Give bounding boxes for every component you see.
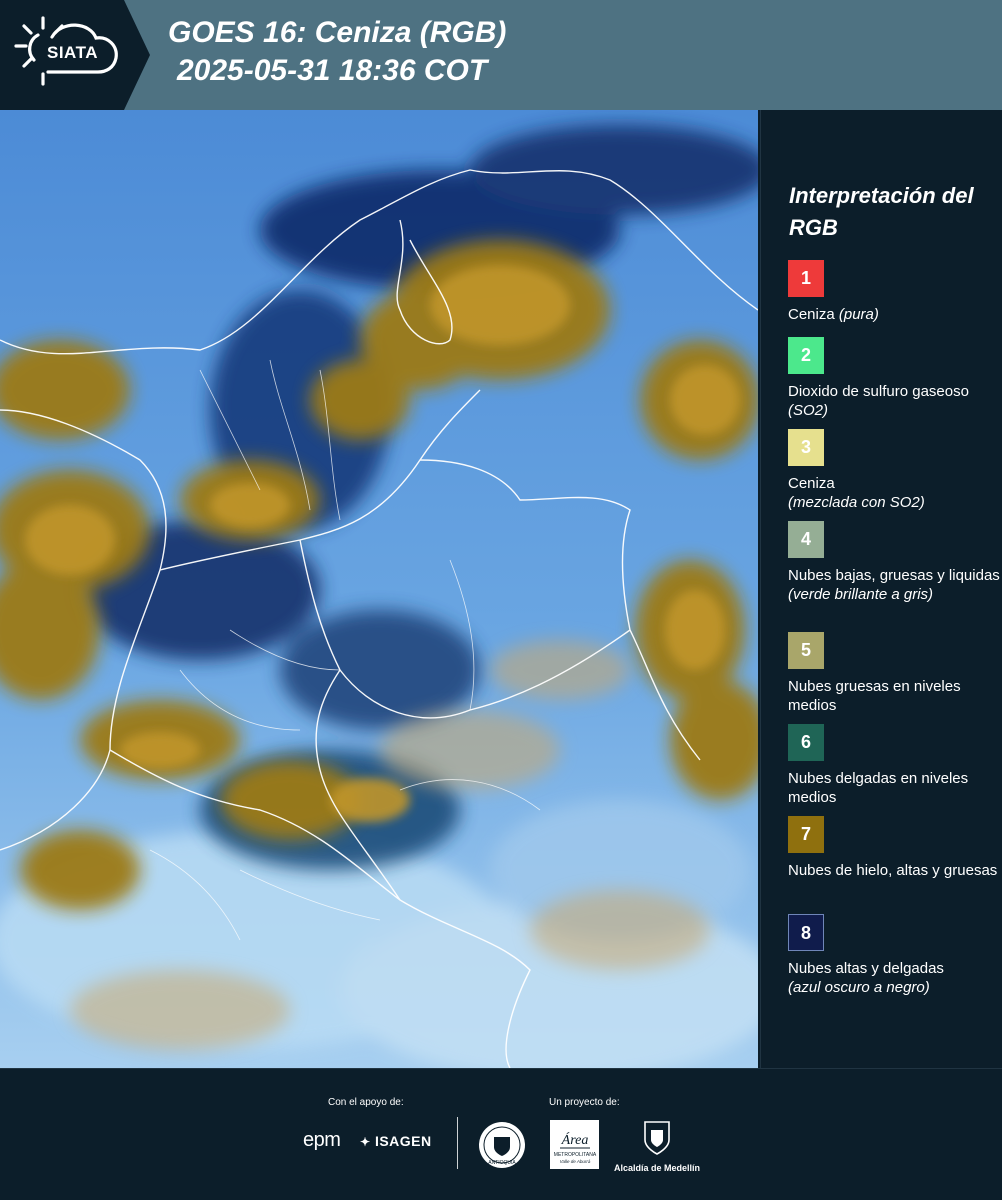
legend-item-6: 6 Nubes delgadas en niveles medios: [788, 724, 1000, 807]
title-product: GOES 16: Ceniza (RGB): [168, 16, 507, 49]
support-label: Con el apoyo de:: [328, 1097, 404, 1108]
legend-swatch-1: 1: [788, 260, 824, 297]
legend-label-1-main: Ceniza: [788, 306, 835, 323]
legend-note-3: (mezclada con SO2): [788, 494, 925, 511]
area-logo-line1: METROPOLITANA: [554, 1152, 597, 1158]
legend-label-8-main: Nubes altas y delgadas: [788, 960, 944, 977]
isagen-text: ISAGEN: [374, 1133, 432, 1149]
legend-label-7: Nubes de hielo, altas y gruesas: [788, 862, 998, 879]
satellite-image: [0, 110, 758, 1068]
legend-note-1: (pura): [838, 306, 879, 323]
legend-label-8: Nubes altas y delgadas (azul oscuro a neg…: [788, 959, 1000, 997]
legend-swatch-3: 3: [788, 429, 824, 466]
legend-label-5: Nubes gruesas en niveles medios: [788, 678, 961, 714]
legend-swatch-5: 5: [788, 632, 824, 669]
legend-title: Interpretación del RGB: [789, 183, 974, 240]
logo-text: SIATA: [47, 43, 98, 62]
legend-swatch-6: 6: [788, 724, 824, 761]
seal-text: ANTIOQUIA: [488, 1160, 516, 1166]
legend-label-6: Nubes delgadas en niveles medios: [788, 770, 969, 806]
legend-label-3: Ceniza (mezclada con SO2): [788, 474, 1000, 512]
area-logo-line2: Valle de Aburrá: [560, 1159, 591, 1164]
legend-swatch-7: 7: [788, 816, 824, 853]
footer-bar: Con el apoyo de: Un proyecto de: epm ✦ I…: [0, 1068, 1002, 1200]
legend-label-1: Ceniza (pura): [788, 305, 1000, 324]
antioquia-seal-icon: ANTIOQUIA: [479, 1122, 525, 1168]
satellite-map: [0, 110, 758, 1068]
legend-note-2: (SO2): [788, 402, 829, 419]
isagen-logo: ✦ ISAGEN: [360, 1133, 432, 1149]
epm-logo: epm: [303, 1129, 341, 1151]
legend-label-4: Nubes bajas, gruesas y liquidas (verde br…: [788, 566, 1000, 604]
legend-item-5: 5 Nubes gruesas en niveles medios: [788, 632, 1000, 715]
alcaldia-medellin-logo: Alcaldía de Medellín: [612, 1120, 702, 1173]
legend-swatch-8: 8: [788, 914, 824, 951]
header-bar: SIATA GOES 16: Ceniza (RGB) 2025-05-31 1…: [0, 0, 1002, 110]
siata-logo: SIATA: [0, 0, 150, 110]
legend-label-3-main: Ceniza: [788, 475, 835, 492]
area-metropolitana-logo: Área METROPOLITANA Valle de Aburrá: [550, 1120, 599, 1169]
legend-swatch-2: 2: [788, 337, 824, 374]
project-label: Un proyecto de:: [549, 1097, 620, 1108]
alcaldia-label: Alcaldía de Medellín: [613, 1163, 701, 1173]
rgb-legend: Interpretación del RGB 1 Ceniza (pura) 2…: [760, 110, 1002, 1068]
footer-divider: [457, 1117, 458, 1169]
legend-swatch-4: 4: [788, 521, 824, 558]
legend-item-4: 4 Nubes bajas, gruesas y liquidas (verde …: [788, 521, 1000, 604]
area-logo-mark: Área: [561, 1131, 589, 1148]
title-timestamp: 2025-05-31 18:36 COT: [177, 54, 488, 87]
legend-item-7: 7 Nubes de hielo, altas y gruesas: [788, 816, 1000, 880]
area-logo-icon: Área METROPOLITANA Valle de Aburrá: [554, 1131, 597, 1164]
legend-label-2-main: Dioxido de sulfuro gaseoso: [788, 383, 969, 400]
legend-item-1: 1 Ceniza (pura): [788, 260, 1000, 324]
legend-note-8: (azul oscuro a negro): [788, 979, 930, 996]
legend-note-4: (verde brillante a gris): [788, 586, 934, 603]
legend-label-2: Dioxido de sulfuro gaseoso (SO2): [788, 382, 1000, 420]
medellin-shield-icon: [644, 1121, 670, 1155]
page-title: GOES 16: Ceniza (RGB) 2025-05-31 18:36 C…: [168, 14, 506, 90]
legend-item-3: 3 Ceniza (mezclada con SO2): [788, 429, 1000, 512]
legend-item-2: 2 Dioxido de sulfuro gaseoso (SO2): [788, 337, 1000, 420]
legend-label-4-main: Nubes bajas, gruesas y liquidas: [788, 567, 1000, 584]
legend-item-8: 8 Nubes altas y delgadas (azul oscuro a n…: [788, 914, 1000, 997]
